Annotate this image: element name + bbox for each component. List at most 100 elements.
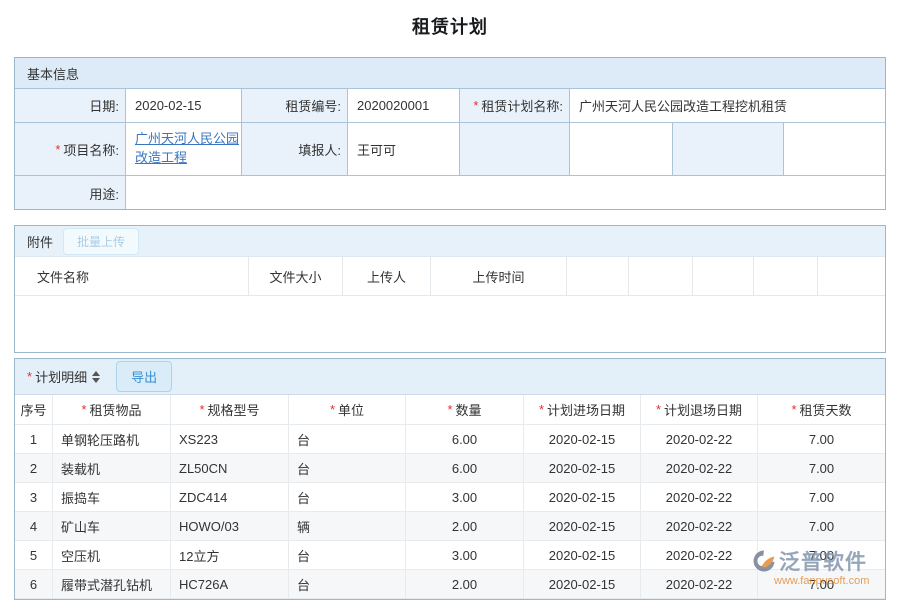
cell-unit: 台 xyxy=(289,483,406,512)
cell-entry-date: 2020-02-15 xyxy=(524,570,641,599)
reporter-label: 填报人: xyxy=(242,123,347,175)
cell-rental-days: 7.00 xyxy=(758,541,885,570)
table-row: 4 矿山车 HOWO/03 辆 2.00 2020-02-15 2020-02-… xyxy=(15,512,885,541)
col-quantity-label: 数量 xyxy=(456,400,482,419)
required-asterisk: * xyxy=(55,142,60,157)
cell-rental-days: 7.00 xyxy=(758,570,885,599)
plan-details-panel: * 计划明细 导出 序号 *租赁物品 *规格型号 *单位 *数量 *计划进场日期… xyxy=(14,358,886,600)
cell-spec-model: HOWO/03 xyxy=(171,512,289,541)
cell-rental-item: 履带式潜孔钻机 xyxy=(53,570,171,599)
col-uploader: 上传人 xyxy=(343,257,431,295)
batch-upload-button[interactable]: 批量上传 xyxy=(63,228,139,255)
cell-rental-item: 振捣车 xyxy=(53,483,171,512)
cell-exit-date: 2020-02-22 xyxy=(641,541,758,570)
cell-exit-date: 2020-02-22 xyxy=(641,512,758,541)
col-file-name: 文件名称 xyxy=(15,257,249,295)
required-asterisk: * xyxy=(539,402,544,417)
cell-spec-model: HC726A xyxy=(171,570,289,599)
sort-toggle-icon[interactable] xyxy=(92,371,100,383)
col-rental-days: *租赁天数 xyxy=(758,395,885,425)
cell-quantity: 2.00 xyxy=(406,570,524,599)
required-asterisk: * xyxy=(330,402,335,417)
export-button[interactable]: 导出 xyxy=(116,361,172,392)
date-label: 日期: xyxy=(15,89,125,122)
attachments-bar: 附件 批量上传 xyxy=(15,226,885,257)
cell-rental-item: 矿山车 xyxy=(53,512,171,541)
required-asterisk: * xyxy=(81,402,86,417)
col-unit-label: 单位 xyxy=(338,400,364,419)
purpose-label: 用途: xyxy=(15,176,125,210)
cell-rental-days: 7.00 xyxy=(758,425,885,454)
col-empty xyxy=(818,257,885,295)
table-row: 6 履带式潜孔钻机 HC726A 台 2.00 2020-02-15 2020-… xyxy=(15,570,885,599)
purpose-value xyxy=(126,176,885,210)
table-row: 3 振捣车 ZDC414 台 3.00 2020-02-15 2020-02-2… xyxy=(15,483,885,512)
col-exit-date-label: 计划退场日期 xyxy=(664,400,742,419)
cell-seq: 4 xyxy=(15,512,53,541)
page: 租赁计划 基本信息 日期: 2020-02-15 租赁编号: 202002000… xyxy=(0,0,900,600)
basic-info-grid: 日期: 2020-02-15 租赁编号: 2020020001 * 租赁计划名称… xyxy=(15,88,885,210)
col-rental-item-label: 租赁物品 xyxy=(90,400,142,419)
cell-rental-item: 空压机 xyxy=(53,541,171,570)
cell-seq: 6 xyxy=(15,570,53,599)
cell-spec-model: ZDC414 xyxy=(171,483,289,512)
plan-name-label: * 租赁计划名称: xyxy=(460,89,569,122)
col-empty xyxy=(754,257,818,295)
col-rental-item: * 租赁物品 xyxy=(53,395,171,425)
date-value: 2020-02-15 xyxy=(126,89,241,122)
plan-details-section-title: 计划明细 xyxy=(35,367,87,386)
col-spec-model: *规格型号 xyxy=(171,395,289,425)
cell-unit: 台 xyxy=(289,425,406,454)
cell-unit: 辆 xyxy=(289,512,406,541)
cell-entry-date: 2020-02-15 xyxy=(524,454,641,483)
required-asterisk: * xyxy=(656,402,661,417)
col-exit-date: *计划退场日期 xyxy=(641,395,758,425)
required-asterisk: * xyxy=(473,98,478,113)
rental-no-value: 2020020001 xyxy=(348,89,459,122)
cell-rental-days: 7.00 xyxy=(758,454,885,483)
cell-seq: 5 xyxy=(15,541,53,570)
cell-spec-model: 12立方 xyxy=(171,541,289,570)
cell-entry-date: 2020-02-15 xyxy=(524,512,641,541)
col-upload-time: 上传时间 xyxy=(431,257,567,295)
cell-spec-model: ZL50CN xyxy=(171,454,289,483)
plan-details-bar: * 计划明细 导出 xyxy=(15,359,885,395)
required-asterisk: * xyxy=(447,402,452,417)
col-file-size: 文件大小 xyxy=(249,257,343,295)
page-title: 租赁计划 xyxy=(0,13,900,39)
cell-unit: 台 xyxy=(289,570,406,599)
required-asterisk: * xyxy=(27,369,32,384)
cell-entry-date: 2020-02-15 xyxy=(524,483,641,512)
col-unit: *单位 xyxy=(289,395,406,425)
project-name-label-text: 项目名称: xyxy=(63,140,119,159)
col-entry-date: *计划进场日期 xyxy=(524,395,641,425)
col-empty xyxy=(629,257,693,295)
cell-quantity: 6.00 xyxy=(406,425,524,454)
plan-name-value: 广州天河人民公园改造工程挖机租赁 xyxy=(570,89,885,122)
empty-value-cell xyxy=(570,123,672,175)
cell-rental-item: 装载机 xyxy=(53,454,171,483)
cell-seq: 2 xyxy=(15,454,53,483)
cell-rental-days: 7.00 xyxy=(758,512,885,541)
empty-label-cell xyxy=(460,123,569,175)
cell-rental-days: 7.00 xyxy=(758,483,885,512)
empty-value-cell xyxy=(784,123,885,175)
attachments-header-row: 文件名称 文件大小 上传人 上传时间 xyxy=(15,257,885,296)
project-name-cell: 广州天河人民公园改造工程 xyxy=(126,123,241,175)
basic-info-section-title: 基本信息 xyxy=(15,58,885,88)
cell-entry-date: 2020-02-15 xyxy=(524,425,641,454)
cell-exit-date: 2020-02-22 xyxy=(641,454,758,483)
cell-unit: 台 xyxy=(289,541,406,570)
project-name-link[interactable]: 广州天河人民公园改造工程 xyxy=(135,130,241,168)
cell-spec-model: XS223 xyxy=(171,425,289,454)
col-empty xyxy=(693,257,754,295)
col-entry-date-label: 计划进场日期 xyxy=(547,400,625,419)
table-header-row: 序号 *租赁物品 *规格型号 *单位 *数量 *计划进场日期 *计划退场日期 *… xyxy=(15,395,885,425)
table-row: 1 单钢轮压路机 XS223 台 6.00 2020-02-15 2020-02… xyxy=(15,425,885,454)
cell-exit-date: 2020-02-22 xyxy=(641,483,758,512)
col-seq: 序号 xyxy=(15,395,53,425)
cell-exit-date: 2020-02-22 xyxy=(641,425,758,454)
cell-quantity: 2.00 xyxy=(406,512,524,541)
cell-unit: 台 xyxy=(289,454,406,483)
cell-exit-date: 2020-02-22 xyxy=(641,570,758,599)
